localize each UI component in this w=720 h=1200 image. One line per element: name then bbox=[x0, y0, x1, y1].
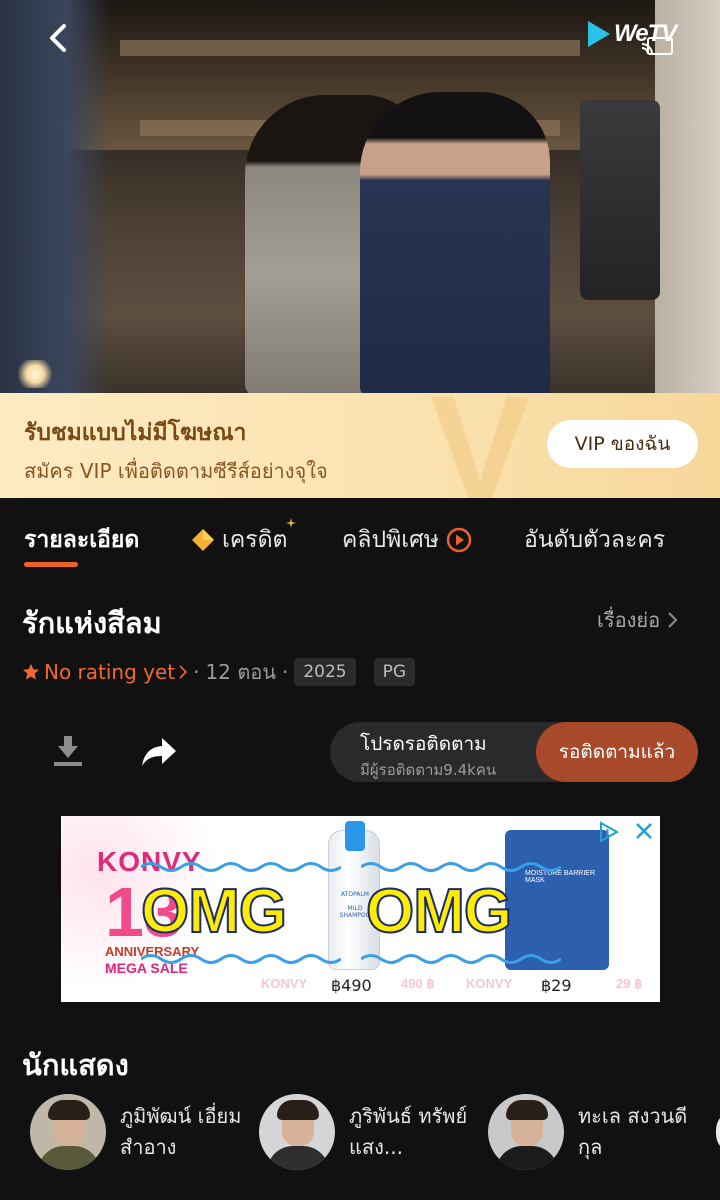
actor-card[interactable]: ทะเล สงวนดีกุล bbox=[488, 1094, 703, 1170]
wetv-play-icon bbox=[588, 21, 610, 47]
series-title: รักแห่งสีลม bbox=[22, 606, 162, 640]
ad-wave-decoration bbox=[361, 954, 561, 964]
synopsis-link[interactable]: เรื่องย่อ bbox=[597, 604, 678, 636]
sparkle-icon bbox=[286, 518, 296, 528]
back-button[interactable] bbox=[40, 18, 80, 58]
follow-status: โปรดรอติดตาม bbox=[360, 733, 487, 755]
scene-pillar bbox=[0, 0, 110, 393]
ad-wave-decoration bbox=[141, 954, 341, 964]
chevron-right-icon bbox=[179, 665, 188, 679]
avatar-body bbox=[496, 1146, 558, 1170]
ad-product1-price: ฿490 bbox=[331, 976, 372, 995]
actor-avatar bbox=[259, 1094, 335, 1170]
actor-name: ภูริพันธ์ ทรัพย์แสง... bbox=[349, 1104, 468, 1159]
series-meta: No rating yet · 12 ตอน · 2025 PG bbox=[22, 655, 416, 689]
adchoices-icon[interactable] bbox=[597, 820, 621, 844]
follow-panel: โปรดรอติดตาม มีผู้รอติดตาม9.4kคน รอติดตา… bbox=[330, 722, 698, 782]
tab-extra-clips[interactable]: คลิปพิเศษ bbox=[342, 518, 473, 562]
actor-card[interactable]: ภูริพันธ์ ทรัพย์แสง... bbox=[259, 1094, 474, 1170]
avatar-hair bbox=[48, 1100, 90, 1120]
following-button[interactable]: รอติดตามแล้ว bbox=[536, 722, 698, 782]
ad-ghost-price: 490 ฿ bbox=[401, 976, 435, 991]
video-player[interactable] bbox=[0, 0, 720, 393]
star-icon bbox=[22, 663, 40, 680]
tab-credits[interactable]: เครดิต bbox=[190, 518, 296, 562]
share-button[interactable] bbox=[138, 732, 180, 772]
bottle-cap bbox=[345, 821, 365, 851]
avatar-hair bbox=[506, 1100, 548, 1120]
episode-count: 12 ตอน bbox=[205, 660, 276, 684]
tab-character-ranking-label: อันดับตัวละคร bbox=[524, 527, 666, 553]
scene-camera bbox=[580, 100, 660, 300]
rating-link[interactable]: No rating yet bbox=[22, 660, 188, 684]
rating-text: No rating yet bbox=[44, 660, 176, 684]
ad-ghost-brand: KONVY bbox=[261, 976, 308, 991]
scene-beam bbox=[120, 40, 580, 56]
diamond-icon bbox=[192, 529, 214, 551]
actor-avatar bbox=[30, 1094, 106, 1170]
ad-wave-decoration bbox=[141, 862, 341, 872]
ad-overlay-text: OMG bbox=[140, 876, 288, 947]
year-chip: 2025 bbox=[294, 658, 356, 686]
vip-banner[interactable]: V รับชมแบบไม่มีโฆษณา สมัคร VIP เพื่อติดต… bbox=[0, 393, 720, 498]
vip-banner-title: รับชมแบบไม่มีโฆษณา bbox=[24, 420, 247, 446]
ad-wave-decoration bbox=[361, 862, 561, 872]
ad-ghost-price: 29 ฿ bbox=[616, 976, 643, 991]
follower-count: มีผู้รอติดตาม9.4kคน bbox=[360, 761, 497, 779]
download-button[interactable] bbox=[48, 730, 88, 772]
tab-credits-label: เครดิต bbox=[222, 527, 288, 553]
tab-details[interactable]: รายละเอียด bbox=[24, 518, 139, 562]
tab-extra-clips-label: คลิปพิเศษ bbox=[342, 527, 439, 553]
close-icon[interactable] bbox=[633, 820, 655, 842]
cast-section-title: นักแสดง bbox=[22, 1048, 129, 1082]
detail-tabs: รายละเอียด เครดิต คลิปพิเศษ อันดับตัวละค… bbox=[0, 518, 720, 570]
meta-separator: · bbox=[282, 660, 289, 684]
play-circle-icon bbox=[446, 527, 472, 553]
vip-banner-subtitle: สมัคร VIP เพื่อติดตามซีรีส์อย่างจุใจ bbox=[24, 459, 328, 483]
ad-product-mask: MOISTURE BARRIER MASK bbox=[505, 830, 609, 970]
synopsis-label: เรื่องย่อ bbox=[597, 608, 661, 632]
share-icon bbox=[142, 738, 176, 766]
scene-light bbox=[18, 360, 52, 388]
tab-character-ranking[interactable]: อันดับตัวละคร bbox=[524, 518, 665, 562]
avatar-body bbox=[267, 1146, 329, 1170]
ad-overlay-text: OMG bbox=[365, 876, 513, 947]
ad-ghost-brand: KONVY bbox=[466, 976, 513, 991]
my-vip-button[interactable]: VIP ของฉัน bbox=[547, 420, 698, 468]
actor-name: ทะเล สงวนดีกุล bbox=[578, 1104, 688, 1159]
chevron-left-icon bbox=[50, 24, 66, 52]
avatar-hair bbox=[277, 1100, 319, 1120]
ad-product2-price: ฿29 bbox=[541, 976, 572, 995]
avatar-body bbox=[38, 1146, 100, 1170]
actor-avatar bbox=[488, 1094, 564, 1170]
tab-details-label: รายละเอียด bbox=[24, 527, 140, 553]
cast-icon[interactable] bbox=[640, 36, 674, 56]
meta-separator: · bbox=[193, 660, 200, 684]
actor-card-partial[interactable] bbox=[716, 1110, 720, 1154]
actor-card[interactable]: ภูมิพัฒน์ เอี่ยมสำอาง bbox=[30, 1094, 245, 1170]
download-icon bbox=[54, 736, 82, 766]
age-rating-chip: PG bbox=[373, 658, 416, 686]
chevron-right-icon bbox=[668, 612, 678, 628]
scene-wall bbox=[655, 0, 720, 393]
scene-person-right bbox=[360, 92, 550, 393]
vip-watermark: V bbox=[430, 393, 531, 498]
advertisement-banner[interactable]: KONVY 13 ANNIVERSARY MEGA SALE ATOPALM M… bbox=[61, 816, 660, 1002]
actor-name: ภูมิพัฒน์ เอี่ยมสำอาง bbox=[120, 1104, 242, 1159]
tab-active-indicator bbox=[24, 562, 78, 567]
